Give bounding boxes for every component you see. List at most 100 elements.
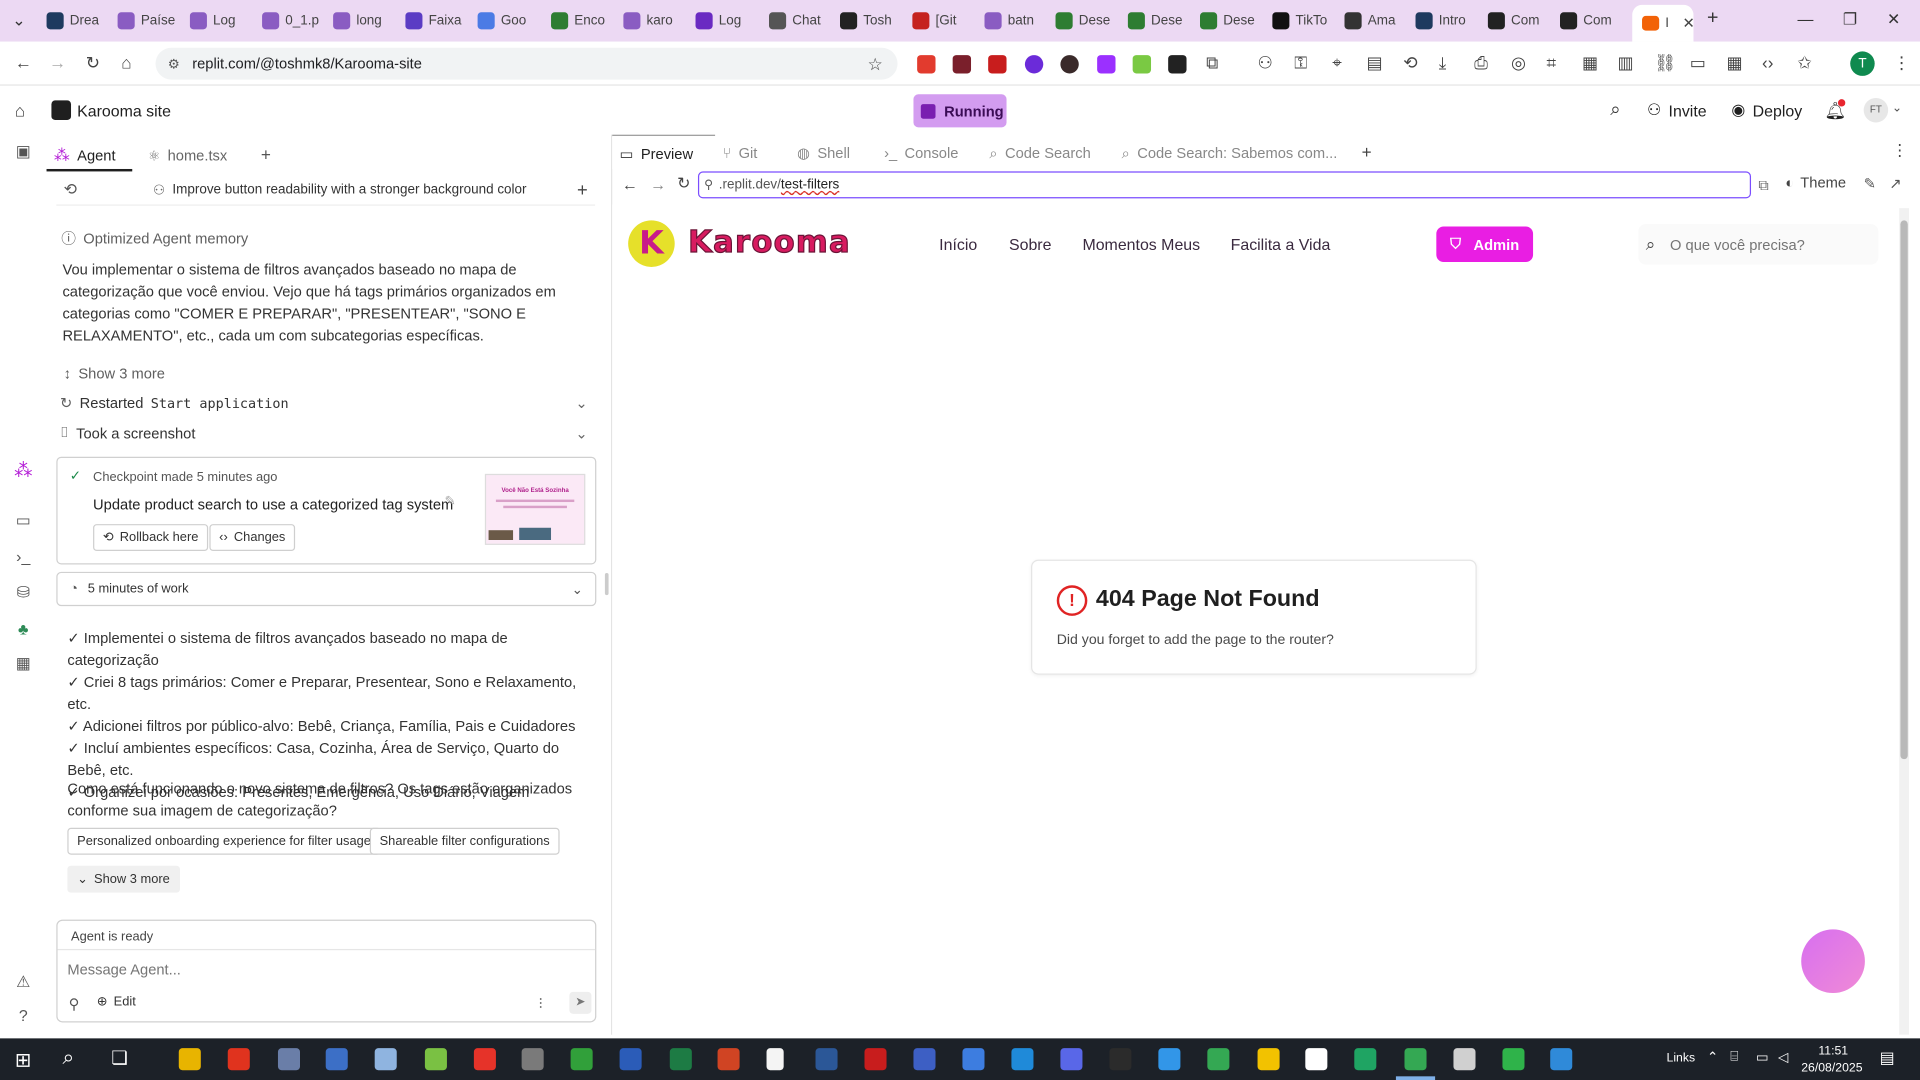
rollback-button[interactable]: ⟲ Rollback here — [93, 524, 209, 552]
search-icon[interactable]: ⌕ — [1610, 99, 1620, 120]
preview-icon[interactable]: ▭ — [13, 511, 33, 531]
extension-green-icon[interactable] — [1132, 55, 1152, 74]
invite-button[interactable]: ⚇ Invite — [1647, 96, 1707, 125]
browser-tab[interactable]: [Git — [912, 7, 978, 34]
help-bug-icon[interactable]: ⚠ — [13, 972, 33, 992]
browser-tab[interactable]: Log — [189, 7, 256, 34]
app-icon[interactable] — [374, 1048, 397, 1071]
tray-volume-icon[interactable]: ◁ — [1778, 1049, 1788, 1066]
links-toolbar[interactable]: Links — [1667, 1052, 1696, 1065]
address-bar[interactable]: ⚙ replit.com/@toshmk8/Karooma-site ☆ — [155, 47, 898, 80]
extensions-puzzle-icon[interactable]: ⧉ — [1206, 53, 1218, 74]
code-icon[interactable]: ‹› — [1762, 53, 1773, 73]
browser-tab[interactable]: Dese — [1200, 7, 1266, 34]
preview-url-field[interactable]: ⚲ .replit.dev/test-filters — [697, 171, 1752, 199]
nav-link-inicio[interactable]: Início — [939, 235, 977, 253]
app-icon[interactable] — [277, 1048, 301, 1071]
edit-pencil-icon[interactable]: ✎ — [444, 493, 455, 510]
new-tab-plus-icon[interactable]: + — [261, 144, 271, 164]
chrome-active-icon[interactable] — [1404, 1048, 1427, 1071]
deploy-button[interactable]: ◉ Deploy — [1731, 96, 1802, 125]
extension-k-icon[interactable] — [1060, 55, 1079, 74]
new-tab-plus-icon[interactable]: + — [1362, 142, 1372, 162]
message-agent-input[interactable] — [67, 957, 582, 983]
more-options-icon[interactable]: ⋮ — [1892, 141, 1908, 161]
browser-tab[interactable]: Com — [1487, 7, 1554, 34]
theme-button[interactable]: ◐ Theme — [1785, 174, 1846, 191]
profile-avatar[interactable]: T — [1850, 51, 1875, 76]
site-search[interactable]: ⌕ — [1638, 224, 1879, 265]
browser-tab[interactable]: Dese — [1127, 7, 1194, 34]
user-avatar[interactable]: FT — [1863, 97, 1889, 123]
browser-tab[interactable]: Drea — [46, 7, 113, 34]
replit-home-icon[interactable]: ⌂ — [15, 100, 25, 120]
nav-link-facilita[interactable]: Facilita a Vida — [1231, 235, 1331, 253]
browser-tab[interactable]: Enco — [551, 7, 617, 34]
home-icon[interactable]: ⌂ — [121, 53, 131, 73]
attach-paperclip-icon[interactable]: ⚲ — [69, 996, 80, 1013]
secrets-icon[interactable]: ♣ — [13, 620, 33, 640]
preview-back-icon[interactable]: ← — [622, 175, 638, 193]
floating-chat-button[interactable] — [1801, 929, 1865, 994]
tab-code-search[interactable]: ⌕ Code Search — [989, 137, 1090, 169]
preview-forward-icon[interactable]: → — [650, 175, 666, 193]
browser-tab[interactable]: Dese — [1055, 7, 1122, 34]
file-tree-icon[interactable]: ▣ — [13, 142, 33, 162]
panel-resize-handle[interactable] — [604, 573, 609, 596]
nav-link-momentos[interactable]: Momentos Meus — [1082, 235, 1200, 253]
tray-network-icon[interactable]: ⌸ — [1730, 1049, 1738, 1065]
toolbar-tools-icon[interactable]: ⚇ — [1258, 53, 1273, 74]
bookmark-star-icon[interactable]: ☆ — [867, 53, 882, 74]
task-view-icon[interactable]: ❏ — [111, 1047, 127, 1069]
work-summary-toggle[interactable]: ◔ 5 minutes of work ⌄ — [56, 571, 597, 607]
app-icon[interactable] — [1305, 1048, 1328, 1071]
show-more-suggestions[interactable]: ⌄ Show 3 more — [67, 865, 180, 893]
browser-tab[interactable]: batn — [984, 7, 1050, 34]
tab-console[interactable]: ›_ Console — [884, 137, 958, 169]
preview-reload-icon[interactable]: ↻ — [677, 174, 690, 194]
extension-red-icon[interactable] — [917, 55, 936, 74]
extension-kp-icon[interactable] — [1097, 55, 1116, 74]
favorites-icon[interactable]: ✩ — [1798, 53, 1812, 74]
action-screenshot[interactable]: ⌷ Took a screenshot ⌄ — [60, 424, 593, 442]
suggestion-chip[interactable]: Shareable filter configurations — [369, 827, 560, 855]
browser-tab[interactable]: Goo — [477, 7, 544, 34]
site-info-icon[interactable]: ⚙ — [168, 56, 180, 72]
chevron-down-icon[interactable]: ⌄ — [1892, 102, 1902, 115]
screenshot-icon[interactable]: ◎ — [1511, 53, 1526, 74]
apps-grid-icon[interactable]: ▦ — [13, 654, 33, 674]
cast-icon[interactable]: ▭ — [1690, 53, 1706, 74]
app-icon[interactable] — [1502, 1048, 1525, 1071]
conversation-title[interactable]: Improve button readability with a strong… — [172, 182, 526, 197]
project-name[interactable]: Karooma site — [77, 102, 171, 120]
qr-code-icon[interactable]: ▦ — [1582, 53, 1598, 74]
preview-scrollbar[interactable] — [1899, 208, 1909, 1035]
settings-sliders-icon[interactable]: ⫶ — [539, 996, 543, 1014]
agent-icon[interactable]: ⁂ — [13, 461, 33, 482]
excel-icon[interactable] — [669, 1048, 692, 1071]
extension-red2-icon[interactable] — [988, 55, 1007, 74]
edit-mode-button[interactable]: ⊕ Edit — [97, 994, 136, 1009]
tab-git[interactable]: ⑂ Git — [722, 137, 757, 169]
extension-purple-icon[interactable] — [1024, 55, 1044, 74]
app-icon[interactable] — [962, 1048, 985, 1071]
browser-tab[interactable]: Com — [1560, 7, 1626, 34]
powershell-icon[interactable] — [815, 1048, 838, 1071]
suggestion-chip[interactable]: Personalized onboarding experience for f… — [67, 827, 381, 855]
database-icon[interactable]: ⛁ — [13, 583, 33, 603]
taskbar-search-icon[interactable]: ⌕ — [62, 1046, 74, 1070]
word-icon[interactable] — [619, 1048, 642, 1071]
browser-menu-icon[interactable]: ⋮ — [1893, 53, 1910, 74]
history-icon[interactable]: ⟲ — [64, 180, 77, 200]
file-explorer-icon[interactable] — [178, 1048, 201, 1071]
app-icon[interactable] — [1060, 1048, 1083, 1071]
print-icon[interactable]: ⎙ — [1474, 53, 1488, 74]
powerpoint-icon[interactable] — [717, 1048, 740, 1071]
app-icon[interactable] — [1257, 1048, 1280, 1071]
terminal-icon[interactable] — [1109, 1048, 1132, 1071]
tab-search-icon[interactable]: ⌄ — [12, 11, 25, 31]
app-icon[interactable] — [424, 1048, 447, 1071]
forward-icon[interactable]: → — [49, 53, 66, 73]
clock-date[interactable]: 26/08/2025 — [1801, 1062, 1862, 1075]
checkpoint-thumbnail[interactable]: Você Não Está Sozinha — [484, 473, 586, 545]
